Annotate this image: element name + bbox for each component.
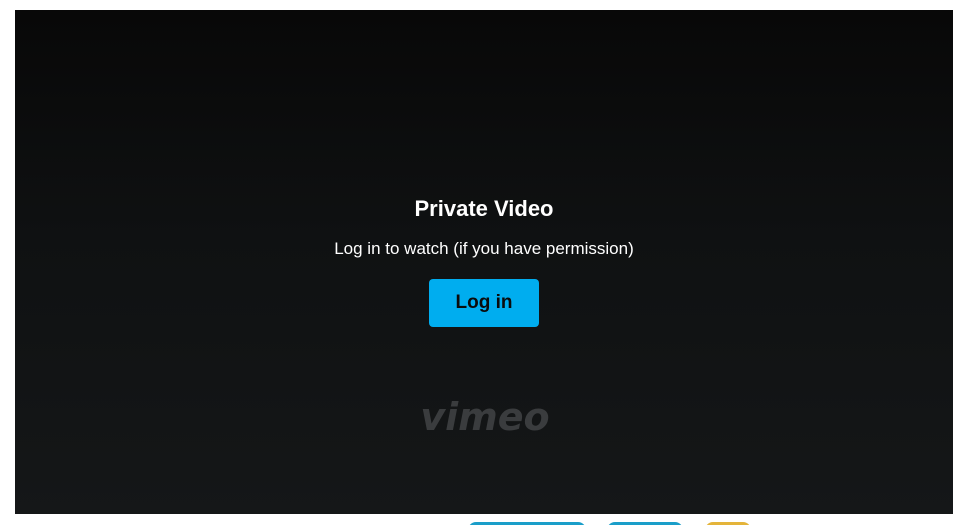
left-margin xyxy=(0,0,15,525)
vimeo-logo-text: vimeo xyxy=(420,395,549,439)
private-video-title: Private Video xyxy=(414,196,554,221)
log-in-button[interactable]: Log in xyxy=(429,279,539,327)
video-player[interactable]: Private Video Log in to watch (if you ha… xyxy=(15,10,953,514)
vimeo-logo-icon: vimeo xyxy=(420,395,549,439)
login-message: Log in to watch (if you have permission) xyxy=(334,239,634,258)
page-below-player xyxy=(0,514,954,525)
page: Private Video Log in to watch (if you ha… xyxy=(0,0,954,525)
vimeo-logo: vimeo xyxy=(419,390,551,440)
private-video-overlay: Private Video Log in to watch (if you ha… xyxy=(15,10,953,514)
